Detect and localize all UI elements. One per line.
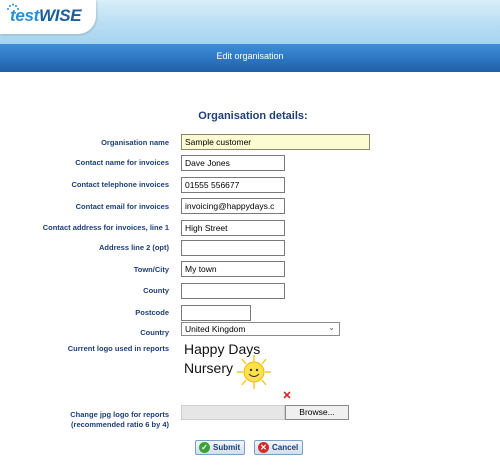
- postcode-label: Postcode: [135, 308, 169, 317]
- contact-email-input[interactable]: invoicing@happydays.c: [181, 198, 285, 214]
- logo-text-part2: WISE: [39, 6, 82, 25]
- org-name-label: Organisation name: [101, 138, 169, 147]
- cancel-button[interactable]: ✕ Cancel: [254, 440, 304, 455]
- upload-logo-label-line2: (recommended ratio 6 by 4): [71, 420, 169, 429]
- contact-phone-label: Contact telephone invoices: [71, 180, 169, 189]
- current-logo-image: Happy Days Nursery: [184, 341, 291, 399]
- org-name-input[interactable]: Sample customer: [181, 134, 370, 150]
- current-logo-label: Current logo used in reports: [67, 344, 169, 353]
- section-title: Organisation details:: [198, 110, 308, 122]
- town-label: Town/City: [133, 265, 169, 274]
- file-path-field[interactable]: [181, 405, 285, 420]
- address2-input[interactable]: [181, 240, 285, 256]
- country-select[interactable]: United Kingdom ⌄: [181, 322, 340, 336]
- page-title-bar: Edit organisation: [0, 44, 500, 72]
- upload-logo-label-line1: Change jpg logo for reports: [70, 410, 169, 419]
- contact-phone-input[interactable]: 01555 556677: [181, 177, 285, 193]
- address1-label: Contact address for invoices, line 1: [42, 223, 169, 232]
- contact-name-input[interactable]: Dave Jones: [181, 155, 285, 171]
- cancel-label: Cancel: [272, 443, 299, 452]
- browse-button[interactable]: Browse...: [285, 405, 349, 420]
- logo-tab: testWISE: [0, 0, 96, 34]
- country-selected-value: United Kingdom: [185, 324, 246, 334]
- delete-logo-icon[interactable]: [283, 391, 291, 399]
- logo-text-line2: Nursery: [184, 360, 233, 376]
- testwise-logo[interactable]: testWISE: [10, 6, 82, 26]
- page-title: Edit organisation: [216, 51, 284, 61]
- cancel-icon: ✕: [258, 442, 269, 453]
- submit-label: Submit: [213, 443, 241, 452]
- address2-label: Address line 2 (opt): [98, 243, 169, 252]
- country-label: Country: [140, 328, 169, 337]
- county-label: County: [143, 286, 169, 295]
- logo-text-part1: test: [10, 6, 40, 25]
- sun-icon: [237, 355, 271, 389]
- address1-input[interactable]: High Street: [181, 220, 285, 236]
- submit-button[interactable]: ✓ Submit: [195, 440, 246, 455]
- logo-text-line1: Happy Days: [184, 341, 260, 357]
- town-input[interactable]: My town: [181, 261, 285, 277]
- top-banner: testWISE: [0, 0, 500, 44]
- postcode-input[interactable]: [181, 305, 251, 321]
- chevron-down-icon: ⌄: [328, 323, 335, 332]
- check-icon: ✓: [199, 442, 210, 453]
- contact-email-label: Contact email for invoices: [75, 202, 169, 211]
- contact-name-label: Contact name for invoices: [75, 158, 169, 167]
- county-input[interactable]: [181, 283, 285, 299]
